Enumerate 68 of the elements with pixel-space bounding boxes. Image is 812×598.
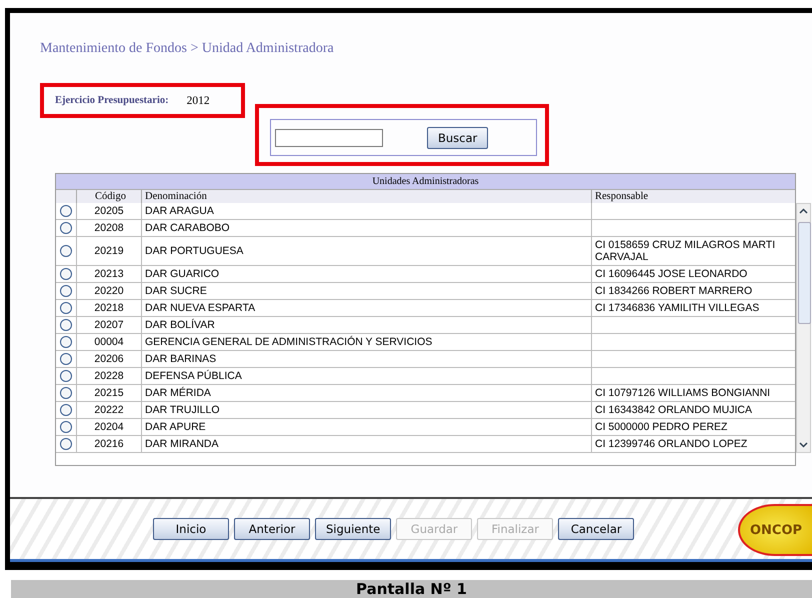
table-cell: CI 12399746 ORLANDO LOPEZ: [591, 436, 796, 453]
nav-button[interactable]: Inicio: [153, 518, 229, 540]
table-cell: DAR TRUJILLO: [141, 402, 591, 419]
nav-button[interactable]: Siguiente: [315, 518, 392, 540]
table-cell: 20222: [76, 402, 141, 419]
radio-button[interactable]: [60, 245, 72, 257]
radio-button[interactable]: [60, 404, 72, 416]
radio-button[interactable]: [60, 302, 72, 314]
table-cell: DEFENSA PÚBLICA: [141, 368, 591, 385]
table-cell: DAR APURE: [141, 419, 591, 436]
logo-text: ONCOP: [750, 522, 802, 538]
radio-button[interactable]: [60, 319, 72, 331]
table-cell: CI 10797126 WILLIAMS BONGIANNI: [591, 385, 796, 402]
table-cell: DAR PORTUGUESA: [141, 237, 591, 266]
table-cell: DAR SUCRE: [141, 283, 591, 300]
table-cell: GERENCIA GENERAL DE ADMINISTRACIÓN Y SERVICIOS: [141, 334, 591, 351]
radio-button[interactable]: [60, 438, 72, 450]
table-cell: 20219: [76, 237, 141, 266]
table-cell: DAR GUARICO: [141, 266, 591, 283]
radio-button[interactable]: [60, 353, 72, 365]
radio-button[interactable]: [60, 370, 72, 382]
fiscal-year-label: Ejercicio Presupuestario:: [55, 95, 169, 106]
search-button[interactable]: Buscar: [427, 126, 488, 148]
table-cell: 20206: [76, 351, 141, 368]
table-cell: 20204: [76, 419, 141, 436]
table-cell: CI 16343842 ORLANDO MUJICA: [591, 402, 796, 419]
table-cell: DAR MÉRIDA: [141, 385, 591, 402]
table-cell: DAR MIRANDA: [141, 436, 591, 453]
table-cell: 20220: [76, 283, 141, 300]
table-cell: 20205: [76, 203, 141, 220]
radio-button[interactable]: [60, 336, 72, 348]
table-cell: DAR BOLÍVAR: [141, 317, 591, 334]
table-cell: 20208: [76, 220, 141, 237]
table-cell: DAR CARABOBO: [141, 220, 591, 237]
table-cell: CI 1834266 ROBERT MARRERO: [591, 283, 796, 300]
column-header: Responsable: [591, 190, 796, 203]
table-cell: CI 5000000 PEDRO PEREZ: [591, 419, 796, 436]
table-cell: 20218: [76, 300, 141, 317]
table-cell: DAR BARINAS: [141, 351, 591, 368]
table-cell: CI 16096445 JOSE LEONARDO: [591, 266, 796, 283]
radio-button[interactable]: [60, 205, 72, 217]
radio-button[interactable]: [60, 387, 72, 399]
nav-button[interactable]: Anterior: [234, 518, 310, 540]
column-header: Denominación: [141, 190, 591, 203]
table-cell: CI 0158659 CRUZ MILAGROS MARTI CARVAJAL: [591, 237, 796, 266]
table-cell: 20216: [76, 436, 141, 453]
table-cell: 20207: [76, 317, 141, 334]
breadcrumb: Mantenimiento de Fondos > Unidad Administradora: [40, 41, 335, 57]
table-cell: 20228: [76, 368, 141, 385]
nav-button[interactable]: Cancelar: [558, 518, 634, 540]
search-field[interactable]: [275, 128, 383, 146]
caption: Pantalla Nº 1: [356, 580, 467, 598]
table-cell: CI 17346836 YAMILITH VILLEGAS: [591, 300, 796, 317]
radio-button[interactable]: [60, 285, 72, 297]
radio-button[interactable]: [60, 222, 72, 234]
table-cell: 00004: [76, 334, 141, 351]
scrollbar[interactable]: [796, 203, 811, 453]
radio-button[interactable]: [60, 421, 72, 433]
fiscal-year-value: 2012: [186, 94, 210, 106]
table-cell: 20213: [76, 266, 141, 283]
table-title: Unidades Administradoras: [56, 174, 796, 190]
scroll-up-icon[interactable]: [799, 208, 808, 214]
radio-button[interactable]: [60, 268, 72, 280]
table-cell: DAR NUEVA ESPARTA: [141, 300, 591, 317]
column-header: Código: [76, 190, 141, 203]
table-cell: DAR ARAGUA: [141, 203, 591, 220]
scroll-down-icon[interactable]: [799, 442, 808, 448]
table-cell: 20215: [76, 385, 141, 402]
